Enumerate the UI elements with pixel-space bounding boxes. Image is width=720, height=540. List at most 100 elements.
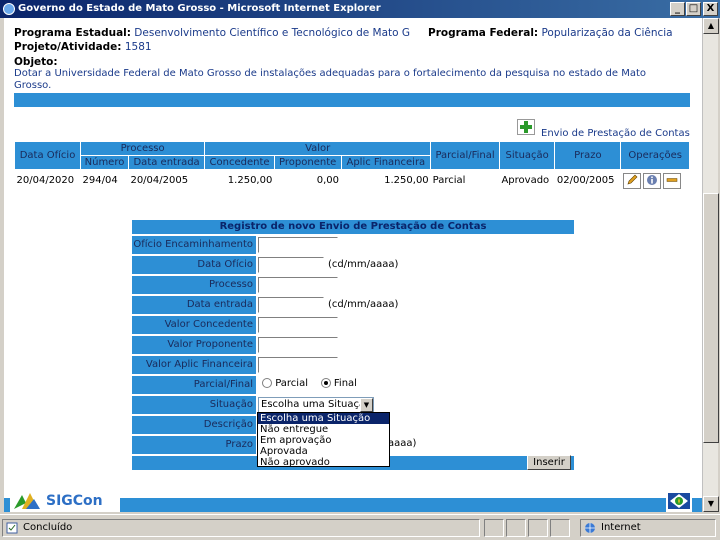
col-prazo: Prazo (554, 141, 622, 170)
label-valor-aplic: Valor Aplic Financeira (132, 356, 256, 374)
globe-icon (585, 523, 595, 533)
projeto-value: 1581 (124, 41, 152, 53)
internet-explorer-icon (3, 3, 15, 15)
remove-button[interactable] (662, 172, 681, 189)
prazo-hint: aaaa) (388, 438, 417, 449)
situacao-option[interactable]: Escolha uma Situação (258, 413, 389, 424)
cell-operacoes (621, 170, 690, 192)
window-title: Governo do Estado de Mato Grosso - Micro… (18, 3, 381, 14)
cell-prazo: 02/00/2005 (556, 175, 615, 187)
radio-parcial-label: Parcial (275, 378, 308, 389)
status-cell-empty-1 (484, 519, 504, 537)
pencil-icon (627, 174, 638, 185)
sigcon-logo: SIGCon (10, 490, 120, 512)
close-button[interactable]: X (703, 2, 718, 16)
cell-data-oficio: 20/04/2020 (16, 175, 75, 187)
section-divider-bar (14, 93, 690, 107)
data-entrada-input[interactable] (258, 297, 324, 313)
plus-icon (520, 121, 532, 133)
status-cell-empty-2 (506, 519, 526, 537)
data-oficio-hint: (cd/mm/aaaa) (328, 259, 399, 270)
label-prazo: Prazo (132, 436, 256, 454)
col-proponente: Proponente (273, 155, 342, 170)
programa-federal-value: Popularização da Ciência (541, 27, 673, 39)
label-parcial-final: Parcial/Final (132, 376, 256, 394)
processo-input[interactable] (258, 277, 338, 293)
situacao-option[interactable]: Não entregue (258, 424, 389, 435)
col-numero: Número (80, 155, 129, 170)
label-valor-proponente: Valor Proponente (132, 336, 256, 354)
col-operacoes: Operações (620, 141, 690, 170)
parcial-final-group: Parcial Final (262, 378, 357, 389)
col-group-processo: Processo (80, 141, 206, 156)
minus-icon (666, 178, 678, 182)
cell-concedente: 1.250,00 (227, 175, 273, 187)
projeto-row: Projeto/Atividade: 1581 (14, 41, 152, 53)
radio-parcial[interactable] (262, 378, 272, 388)
maximize-button[interactable]: □ (686, 2, 701, 16)
status-text-cell: Concluído (2, 519, 480, 537)
valor-concedente-input[interactable] (258, 317, 338, 333)
oficio-input[interactable] (258, 237, 338, 253)
projeto-label: Projeto/Atividade: (14, 41, 122, 53)
data-entrada-hint: (cd/mm/aaaa) (328, 299, 399, 310)
status-text: Concluído (23, 522, 73, 533)
page-content: Programa Estadual: Desenvolvimento Cient… (4, 18, 702, 512)
cell-data-entrada: 20/04/2005 (130, 175, 189, 187)
valor-aplic-input[interactable] (258, 357, 338, 373)
sigcon-logo-icon (14, 493, 40, 509)
situacao-select[interactable]: Escolha uma Situação ▼ (258, 397, 374, 413)
col-data-oficio: Data Ofício (13, 141, 82, 170)
zone-text: Internet (601, 522, 641, 533)
scroll-thumb[interactable] (703, 193, 719, 443)
prestacao-table: Data Ofício Processo Valor Parcial/Final… (13, 141, 690, 192)
programa-federal-label: Programa Federal: (428, 27, 539, 39)
zone-cell: Internet (580, 519, 716, 537)
valor-proponente-input[interactable] (258, 337, 338, 353)
status-bar: Concluído Internet (0, 514, 720, 540)
cell-numero: 294/04 (82, 175, 118, 187)
col-aplic-financeira: Aplic Financeira (340, 155, 432, 170)
programa-estadual-row: Programa Estadual: Desenvolvimento Cient… (14, 27, 410, 39)
add-envio-button[interactable] (517, 119, 535, 135)
window-title-bar: Governo do Estado de Mato Grosso - Micro… (0, 0, 720, 18)
col-group-valor: Valor (204, 141, 432, 156)
edit-button[interactable] (622, 172, 641, 189)
data-oficio-input[interactable] (258, 257, 324, 273)
objeto-label: Objeto: (14, 56, 58, 68)
situacao-option[interactable]: Aprovada (258, 446, 389, 457)
scroll-up-arrow-icon[interactable]: ▲ (703, 18, 719, 34)
scroll-down-arrow-icon[interactable]: ▼ (703, 496, 719, 512)
vertical-scrollbar[interactable]: ▲ ▼ (702, 18, 719, 512)
situacao-selected-value: Escolha uma Situação (261, 399, 372, 410)
form-title: Registro de novo Envio de Prestação de C… (132, 220, 574, 234)
info-button[interactable] (642, 172, 661, 189)
cell-proponente: 0,00 (316, 175, 339, 187)
cell-situacao: Aprovado (501, 175, 550, 187)
sigcon-logo-text: SIGCon (46, 493, 103, 509)
programa-federal-row: Programa Federal: Popularização da Ciênc… (428, 27, 673, 39)
info-icon (646, 174, 657, 185)
programa-estadual-label: Programa Estadual: (14, 27, 131, 39)
label-oficio: Ofício Encaminhamento (132, 236, 256, 254)
status-cell-empty-4 (550, 519, 570, 537)
radio-final[interactable] (320, 378, 331, 388)
programa-estadual-value: Desenvolvimento Científico e Tecnológico… (134, 27, 411, 39)
label-data-oficio: Data Ofício (132, 256, 256, 274)
chevron-down-icon[interactable]: ▼ (360, 398, 373, 412)
inserir-button[interactable]: Inserir (527, 455, 571, 470)
situacao-dropdown-list: Escolha uma Situação Não entregue Em apr… (257, 412, 390, 468)
page-done-icon (6, 522, 18, 534)
envio-prestacao-link[interactable]: Envio de Prestação de Contas (541, 128, 690, 139)
col-concedente: Concedente (204, 155, 275, 170)
page-footer: SIGCon (4, 490, 702, 512)
situacao-option[interactable]: Não aprovado (258, 457, 389, 468)
situacao-option[interactable]: Em aprovação (258, 435, 389, 446)
status-cell-empty-3 (528, 519, 548, 537)
label-valor-concedente: Valor Concedente (132, 316, 256, 334)
label-data-entrada: Data entrada (132, 296, 256, 314)
minimize-button[interactable]: _ (670, 2, 685, 16)
mato-grosso-flag (666, 490, 692, 512)
col-situacao: Situação (498, 141, 556, 170)
objeto-value: Dotar a Universidade Federal de Mato Gro… (14, 68, 646, 91)
